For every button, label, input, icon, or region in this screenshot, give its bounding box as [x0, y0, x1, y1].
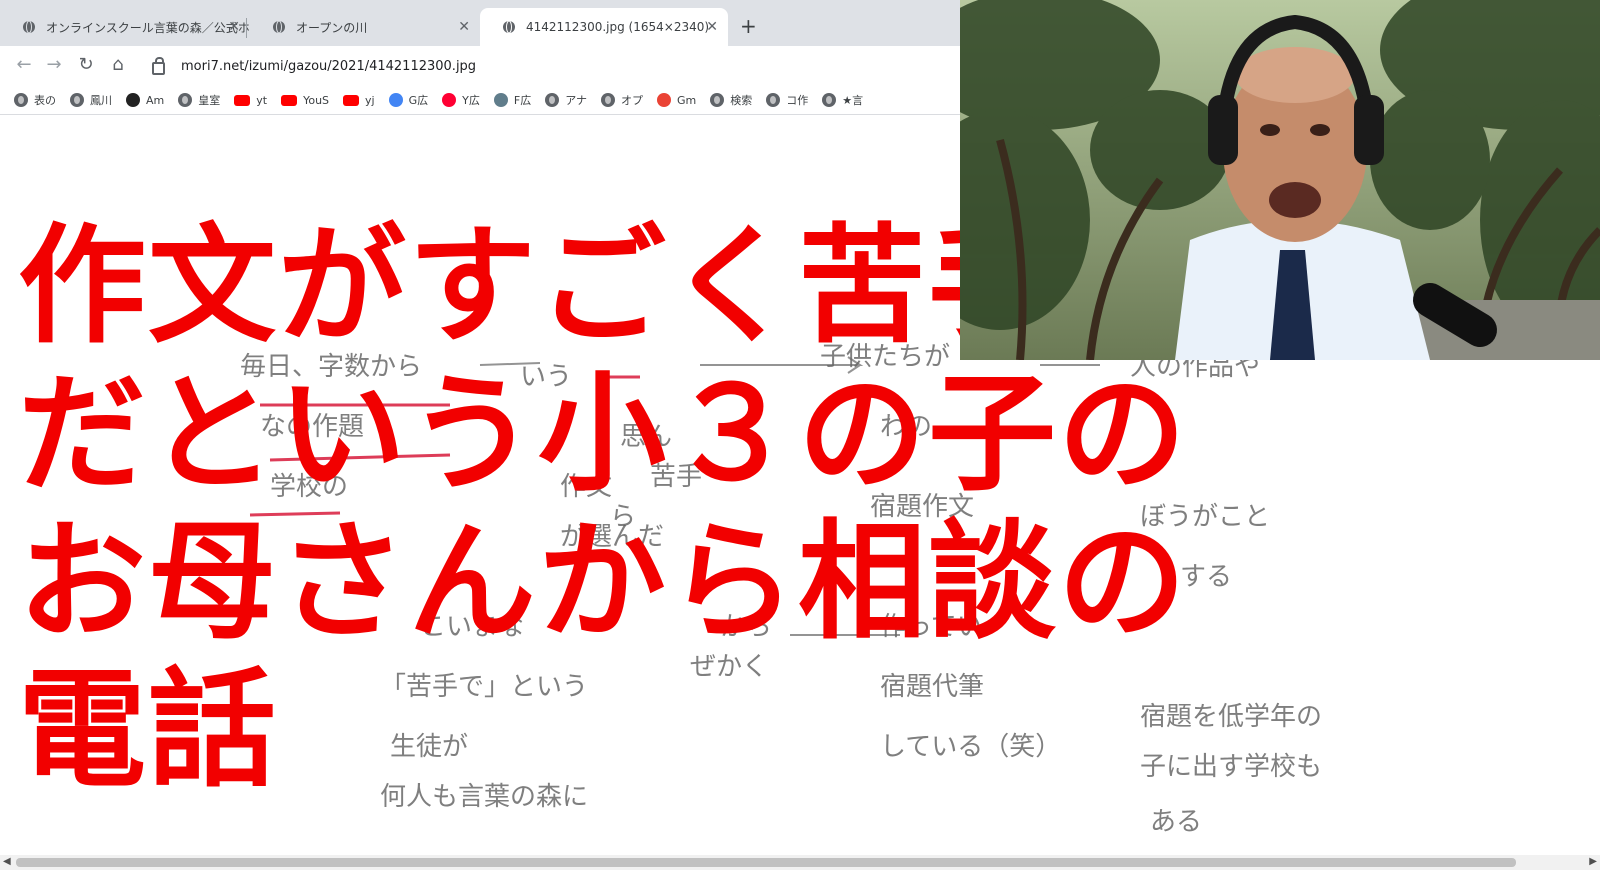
bookmark-item[interactable]: yt	[234, 94, 267, 107]
handwritten-note: ある	[1150, 807, 1202, 837]
globe-icon	[822, 93, 837, 107]
close-icon[interactable]: ✕	[228, 19, 240, 35]
bookmark-label: ★言	[842, 94, 864, 107]
bookmark-label: 鳳川	[90, 94, 112, 107]
bookmark-label: アナ	[565, 94, 587, 107]
new-tab-button[interactable]: +	[740, 14, 757, 38]
bookmark-item[interactable]: 皇室	[178, 92, 220, 108]
forward-button[interactable]: →	[42, 54, 66, 75]
image-icon	[493, 93, 508, 107]
globe-icon	[545, 93, 560, 107]
globe-icon	[23, 20, 35, 34]
globe-icon	[273, 20, 285, 34]
reload-button[interactable]: ↻	[74, 54, 98, 75]
bookmark-item[interactable]: G広	[388, 92, 429, 108]
gmail-icon	[656, 93, 671, 107]
youtube-icon	[343, 94, 360, 106]
bookmark-item[interactable]: F広	[493, 92, 532, 108]
bookmark-item[interactable]: 検索	[710, 92, 752, 108]
bookmark-item[interactable]: Gm	[656, 93, 697, 107]
bookmark-label: yj	[365, 93, 375, 107]
bookmark-item[interactable]: Y広	[442, 92, 480, 108]
tab-kotoba-no-mori[interactable]: オンラインスクール言葉の森／公式ホ ✕	[0, 8, 250, 46]
globe-icon	[70, 93, 84, 107]
browser-toolbar: ← → ↻ ⌂ mori7.net/izumi/gazou/2021/41421…	[0, 46, 960, 86]
globe-icon	[766, 93, 781, 107]
url-text: mori7.net/izumi/gazou/2021/4142112300.jp…	[181, 58, 477, 74]
bookmark-item[interactable]: YouS	[281, 94, 329, 107]
scroll-thumb[interactable]	[16, 858, 1516, 867]
webcam-video	[960, 0, 1600, 360]
bookmark-item[interactable]: オプ	[600, 92, 643, 108]
globe-icon	[178, 93, 193, 107]
tab-title: 4142112300.jpg (1654×2340)	[526, 20, 710, 34]
globe-icon	[710, 93, 725, 107]
tab-open-no-kawa[interactable]: オープンの川 ✕	[250, 8, 480, 46]
bookmark-item[interactable]: ★言	[822, 92, 863, 108]
address-bar[interactable]: mori7.net/izumi/gazou/2021/4142112300.jp…	[140, 51, 950, 81]
bookmark-label: 皇室	[198, 94, 221, 107]
yahoo-icon	[442, 93, 457, 107]
bookmark-label: Am	[146, 93, 165, 107]
tab-strip: オンラインスクール言葉の森／公式ホ ✕ オープンの川 ✕ 4142112300.…	[0, 0, 960, 46]
bookmark-label: オプ	[620, 94, 643, 107]
bookmark-label: コ作	[786, 94, 809, 107]
scroll-right-icon[interactable]: ▶	[1589, 856, 1597, 867]
home-button[interactable]: ⌂	[106, 54, 130, 75]
bookmark-item[interactable]: yj	[343, 94, 375, 107]
youtube-icon	[234, 94, 251, 106]
bookmark-label: 表の	[34, 94, 56, 107]
bookmark-label: F広	[513, 94, 532, 107]
globe-icon	[600, 93, 615, 107]
globe-icon	[14, 93, 28, 107]
tab-image-active[interactable]: 4142112300.jpg (1654×2340) ✕	[480, 8, 728, 46]
youtube-icon	[281, 94, 298, 106]
bookmark-item[interactable]: アナ	[545, 92, 587, 108]
bookmark-item[interactable]: コ作	[766, 92, 808, 108]
close-icon[interactable]: ✕	[458, 19, 470, 35]
presenter-video-frame	[960, 0, 1600, 360]
tab-divider	[246, 18, 247, 38]
lock-icon	[152, 56, 165, 75]
bookmarks-bar: 表の 鳳川 Am 皇室 yt YouS yj G広 Y広 F広 アナ オプ Gm 検索 コ作 ★言	[0, 86, 960, 115]
amazon-icon	[126, 93, 140, 107]
bookmark-item[interactable]: 表の	[14, 92, 56, 108]
bookmark-item[interactable]: Am	[126, 93, 164, 107]
bookmark-label: Y広	[462, 94, 480, 107]
bookmark-label: yt	[256, 93, 268, 107]
back-button[interactable]: ←	[12, 54, 36, 75]
bookmark-label: G広	[408, 94, 429, 107]
bookmark-label: 検索	[730, 94, 753, 107]
tab-title: オンラインスクール言葉の森／公式ホ	[46, 20, 250, 35]
tab-title: オープンの川	[296, 20, 368, 35]
horizontal-scrollbar[interactable]: ◀ ▶	[0, 855, 1600, 870]
scroll-left-icon[interactable]: ◀	[3, 856, 11, 867]
bookmark-label: YouS	[303, 93, 330, 107]
google-ads-icon	[388, 93, 403, 107]
globe-icon	[503, 20, 515, 34]
bookmark-item[interactable]: 鳳川	[70, 92, 112, 108]
bookmark-label: Gm	[676, 93, 697, 107]
close-icon[interactable]: ✕	[706, 19, 718, 35]
